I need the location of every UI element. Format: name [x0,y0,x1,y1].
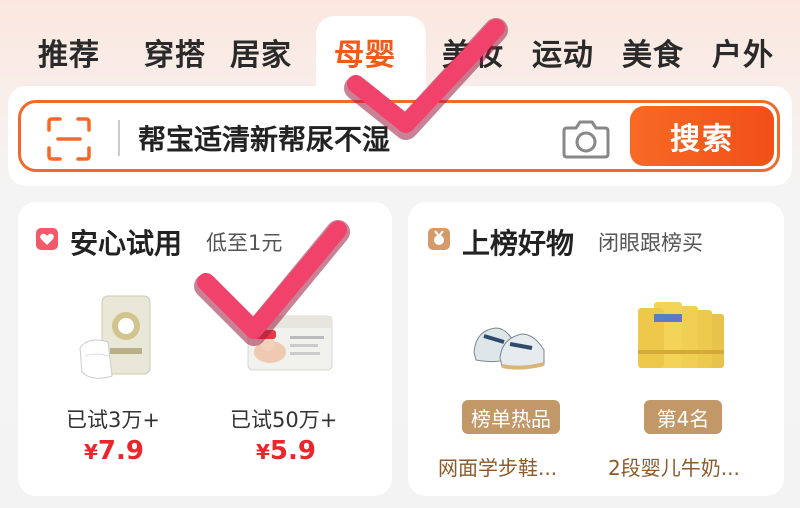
ranking-item-2-name[interactable]: 2段婴儿牛奶... [608,452,740,481]
ranking-card-subtitle: 闭眼跟榜买 [598,231,703,255]
baby-shoes-image[interactable] [470,312,550,372]
trial-card-subtitle: 低至1元 [206,231,283,255]
tab-outfit[interactable]: 穿搭 [144,30,206,74]
trial-card-title: 安心试用 [70,227,183,260]
search-button[interactable]: 搜索 [630,106,774,166]
tab-beauty[interactable]: 美妆 [442,30,504,74]
search-query-text[interactable]: 帮宝适清新帮尿不湿 [138,118,390,158]
scan-icon[interactable] [46,116,92,162]
ranking-item-1-badge: 榜单热品 [462,400,560,434]
milk-formula-image[interactable] [636,300,728,372]
medal-icon [428,228,450,250]
trial-item-2-tried: 已试50万+ [230,408,338,432]
search-divider [118,120,120,156]
tab-sports[interactable]: 运动 [532,30,594,74]
tab-recommend[interactable]: 推荐 [38,30,100,74]
tab-home[interactable]: 居家 [230,30,292,74]
diaper-pack-image[interactable] [78,292,158,384]
ranking-item-2-badge: 第4名 [644,400,722,434]
ranking-item-1-name[interactable]: 网面学步鞋... [438,452,557,481]
trial-item-1-price[interactable]: ¥7.9 [84,436,144,466]
trial-item-2-price[interactable]: ¥5.9 [256,436,316,466]
trial-item-1-tried: 已试3万+ [66,408,160,432]
camera-icon[interactable] [562,116,610,160]
category-tabs: 推荐 穿搭 居家 母婴 美妆 运动 美食 户外 [0,0,800,106]
tab-mother-baby[interactable]: 母婴 [334,30,396,74]
ranking-card-title: 上榜好物 [462,227,575,260]
heart-icon [36,228,58,250]
tab-outdoor[interactable]: 户外 [712,30,774,74]
baby-diaper-box-image[interactable] [246,310,334,372]
tab-food[interactable]: 美食 [622,30,684,74]
